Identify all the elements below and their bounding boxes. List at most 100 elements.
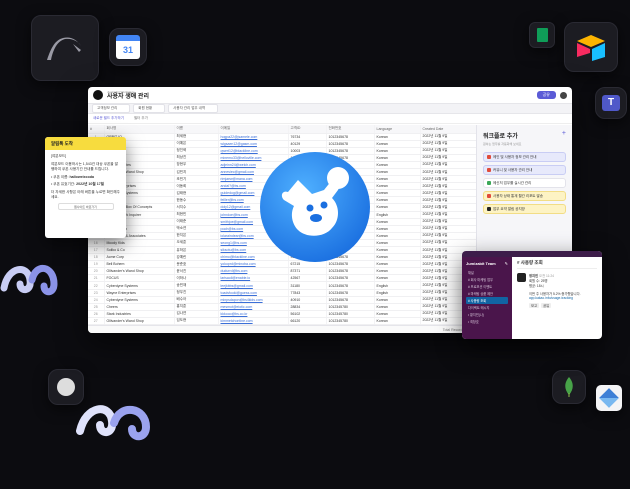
swirl-decoration-left	[0, 265, 58, 296]
google-sheets-tile[interactable]	[529, 22, 555, 48]
table-cell[interactable]: kimmetchontine.com	[218, 317, 289, 326]
table-row[interactable]: 25 Cheers 홍지훈 mesmot@eiotic.com 28834 1012345…	[88, 303, 476, 311]
user-avatar[interactable]	[560, 91, 567, 99]
website-link-button[interactable]: 웹사이트 바로가기	[57, 202, 114, 210]
message-item: 정지민 오전 11:24 회원 수: 25명 평균: 18시 이번 주 사용자가…	[517, 273, 597, 308]
table-cell: 2022년 11월 9일	[420, 203, 476, 212]
table-cell: English	[374, 211, 421, 219]
messenger-sidebar-item[interactable]: # 사용량 조회	[466, 297, 508, 304]
workflow-item[interactable]: 메신저 업무를 실시간 관리	[483, 178, 566, 188]
mongodb-tile[interactable]	[552, 370, 586, 404]
table-row[interactable]: 26 Stark Industries 김나연 kkkooo@bs.co.kr 5610…	[88, 310, 476, 318]
messenger-sidebar-item[interactable]: # 마케팅 상품 제안	[466, 290, 508, 297]
google-calendar-tile[interactable]: 31	[109, 28, 147, 66]
table-cell: 2022년 11월 9일	[420, 168, 476, 177]
table-cell[interactable]: minpsdapon@bs4kids.com	[218, 296, 289, 304]
table-cell: 40129	[288, 140, 327, 148]
add-filter-button[interactable]: 필터 추가	[134, 116, 148, 121]
table-cell: 2022년 11월 9일	[420, 133, 476, 141]
table-row[interactable]: 24 Cyberdyne Systems 배수아 minpsdapon@bs4kids…	[88, 296, 476, 304]
table-cell: Korean	[374, 161, 421, 169]
share-button[interactable]: 공유	[536, 91, 556, 99]
column-header[interactable]: 이름	[174, 125, 219, 134]
workflow-item[interactable]: 사용자 상태 통계 월간 리포트 발송	[483, 191, 566, 201]
table-cell: 1012345678	[326, 274, 375, 283]
message-tag[interactable]: 공유	[541, 303, 552, 308]
table-row[interactable]: 27 Ollivander's Wand Shop 임도현 kimmetchontin…	[88, 317, 476, 326]
compose-icon[interactable]: ✎	[505, 261, 508, 266]
column-header[interactable]: 이메일	[218, 125, 289, 134]
table-cell: Korean	[374, 189, 421, 198]
workflow-item[interactable]: 커뮤니 및 사용자 관리 안내	[483, 165, 566, 175]
workflow-item[interactable]: 메인 및 사용자 정보 관리 안내	[483, 152, 566, 162]
add-workflow-icon[interactable]: +	[562, 130, 566, 137]
table-cell[interactable]: toadsfooki@guess.com	[218, 289, 289, 297]
add-field-button[interactable]: 새로운 필드 추가하기	[93, 116, 124, 121]
workflow-app-icon	[487, 194, 491, 198]
table-cell: Ollivander's Wand Shop	[104, 267, 175, 276]
table-cell: 임도현	[174, 317, 219, 326]
team-name[interactable]: Jumizabit Team ✎	[466, 261, 508, 266]
messenger-sidebar-item[interactable]: • 황지민(나)	[466, 311, 508, 318]
table-cell: Korean	[374, 232, 421, 240]
column-header[interactable]: 회사명	[104, 125, 175, 134]
table-cell: Korean	[374, 317, 421, 326]
teams-tile[interactable]: T	[595, 87, 627, 119]
workflow-item[interactable]: 업무 요약 알림 공지방	[483, 204, 566, 214]
table-cell: 21	[88, 274, 105, 283]
table-cell[interactable]: kkkooo@bs.co.kr	[218, 310, 289, 318]
table-cell: 1012345678	[326, 133, 375, 141]
table-cell[interactable]: wlgsaen12@gasm.com	[218, 140, 289, 148]
table-cell: 2022년 11월 9일	[420, 140, 476, 148]
column-header[interactable]: 전화번호	[326, 125, 375, 134]
column-header[interactable]: #	[88, 125, 105, 134]
table-cell: Korean	[374, 260, 421, 269]
messenger-sidebar-item[interactable]: 채널	[466, 269, 508, 276]
workflow-item-label: 메신저 업무를 실시간 관리	[493, 180, 532, 185]
messenger-sidebar-item[interactable]: # 회사 마케팅 업무	[466, 276, 508, 283]
tab-user-task-log[interactable]: 사용자 관리 업무 내역	[168, 104, 219, 113]
table-cell: 40910	[288, 296, 327, 304]
table-cell: 2022년 11월 9일	[420, 175, 476, 184]
messenger-sidebar-item[interactable]: 다이렉트 메시지	[466, 304, 508, 311]
messenger-sidebar-item[interactable]: # 프로모션 이벤트	[466, 283, 508, 290]
workflow-item-label: 커뮤니 및 사용자 관리 안내	[493, 167, 533, 172]
table-cell[interactable]: dudurrd@bs.com	[218, 267, 289, 276]
table-row[interactable]: 23 Wayne Enterprises 정우진 toadsfooki@guess.c…	[88, 289, 476, 297]
table-cell: 2022년 11월 9일	[420, 147, 476, 155]
message-link[interactable]: app.kakao.info/usage-tracking	[529, 296, 581, 300]
table-cell: 2022년 11월 9일	[420, 218, 476, 226]
messenger-sidebar-item[interactable]: • 최창호	[466, 318, 508, 325]
table-row[interactable]: 2FOCUS이예은wlgsaen12@gasm.com4012910123456…	[88, 140, 476, 148]
message-tag[interactable]: 보고	[529, 303, 540, 308]
misc-app-tile[interactable]	[596, 385, 622, 411]
table-cell[interactable]: leejkbbs@gmail.com	[218, 281, 289, 290]
table-cell: 2022년 11월 9일	[420, 189, 476, 198]
table-row[interactable]: 22 Cyberdyne Systems 송민재 leejkbbs@gmail.com…	[88, 281, 476, 290]
table-cell: 김나연	[174, 310, 219, 318]
tab-member-status[interactable]: 회원 현황	[133, 104, 166, 113]
table-cell[interactable]: hogpa22@jsamele.com	[218, 133, 289, 141]
table-cell: 홍지훈	[174, 303, 219, 311]
table-cell: 오세훈	[174, 239, 219, 248]
table-cell[interactable]: mesmot@eiotic.com	[218, 303, 289, 311]
table-cell: 2022년 11월 9일	[420, 225, 476, 233]
table-row[interactable]: 21 FOCUS 이하나 larisaoli@enable.io 42567 101234…	[88, 274, 476, 283]
column-header[interactable]: Language	[374, 125, 421, 134]
mysql-app-tile[interactable]	[31, 15, 99, 81]
table-row[interactable]: 1ORBIT IO최세현hogpa22@jsamele.com767341012…	[88, 133, 476, 141]
column-header[interactable]: 고객ID	[288, 125, 327, 134]
calendar-icon: 31	[116, 35, 140, 59]
table-cell: FOCUS	[104, 274, 175, 283]
tab-customer-info[interactable]: 고객정보 관리	[92, 104, 131, 113]
column-header[interactable]: Created Date	[420, 125, 476, 134]
airtable-tile[interactable]	[564, 22, 618, 72]
message-line-2: 평균: 18시	[529, 284, 544, 288]
table-cell: Korean	[374, 303, 421, 311]
swirl-decoration-bottom	[76, 405, 151, 441]
table-cell[interactable]: larisaoli@enable.io	[218, 274, 289, 283]
table-row[interactable]: 20 Ollivander's Wand Shop 윤서진 dudurrd@bs.co…	[88, 267, 476, 276]
notice-greeting: [여분모드]	[51, 154, 67, 158]
sender-avatar	[517, 273, 526, 282]
table-cell: Korean	[374, 296, 421, 304]
